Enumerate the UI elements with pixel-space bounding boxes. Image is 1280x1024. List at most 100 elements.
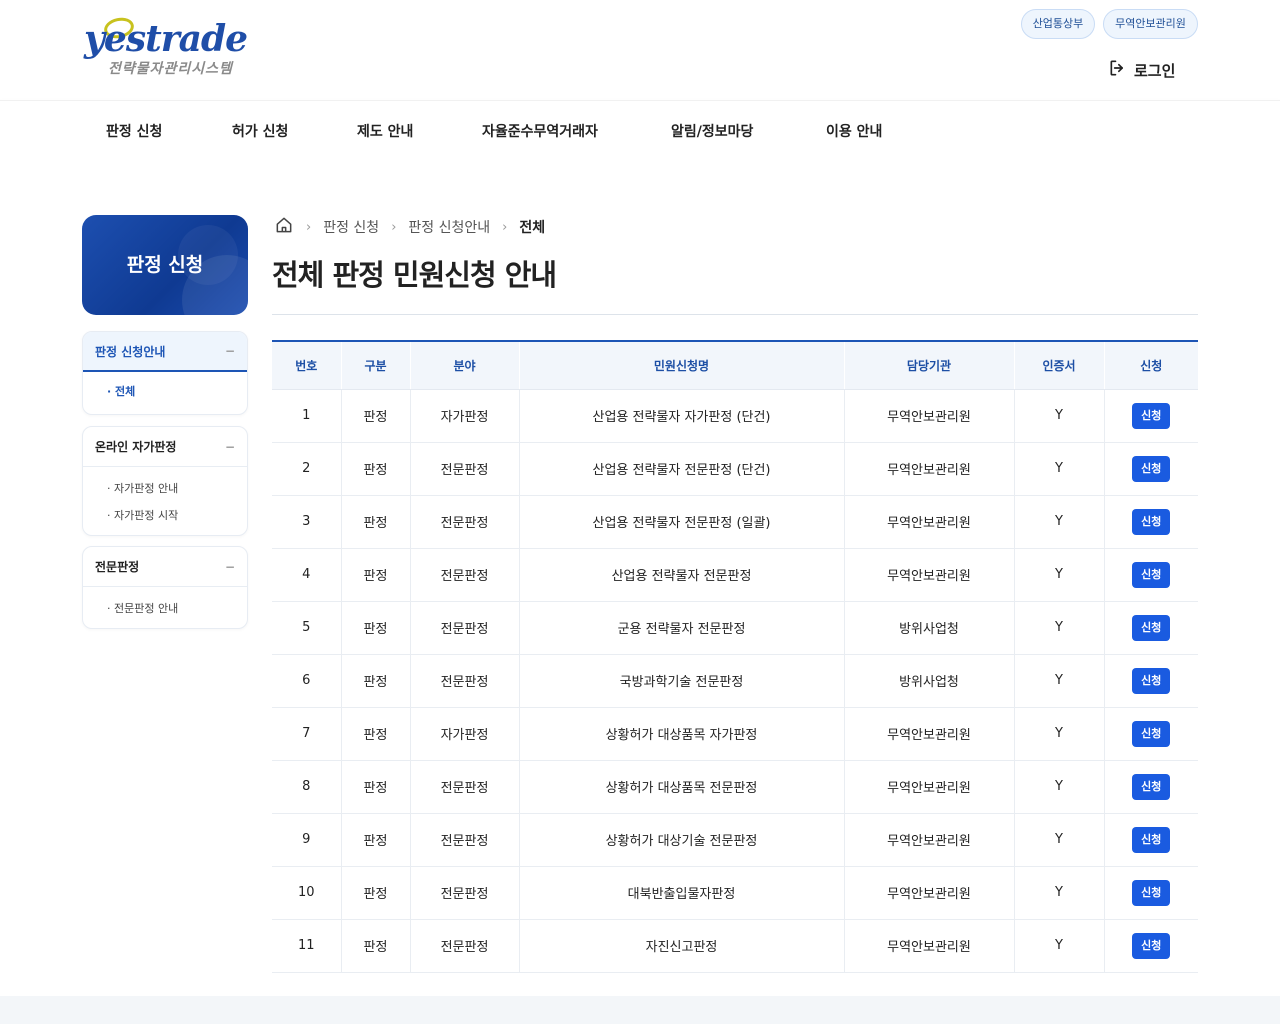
gnb-item-judgment-apply[interactable]: 판정 신청 <box>106 101 162 163</box>
cell-agency: 방위사업청 <box>843 654 1014 708</box>
table-row: 11 판정 전문판정 자진신고판정 무역안보관리원 Y 신청 <box>272 919 1198 973</box>
table-row: 2 판정 전문판정 산업용 전략물자 전문판정 (단건) 무역안보관리원 Y 신청 <box>272 442 1198 496</box>
agency-link-motie[interactable]: 산업통상부 <box>1021 9 1095 39</box>
collapse-icon[interactable]: − <box>225 560 235 574</box>
col-header-certificate: 인증서 <box>1013 341 1104 390</box>
cell-number: 7 <box>272 707 341 761</box>
cell-field: 전문판정 <box>409 601 519 655</box>
cell-apply: 신청 <box>1103 442 1198 496</box>
apply-button[interactable]: 신청 <box>1132 508 1171 535</box>
home-icon[interactable] <box>274 215 294 239</box>
sidebar-group-header[interactable]: 전문판정 − <box>83 547 247 587</box>
cell-type: 판정 <box>340 601 410 655</box>
cell-agency: 무역안보관리원 <box>843 919 1014 973</box>
sidebar-item-expert-guide[interactable]: · 전문판정 안내 <box>83 595 247 622</box>
cell-apply: 신청 <box>1103 495 1198 549</box>
cell-field: 자가판정 <box>409 389 519 443</box>
page-title: 전체 판정 민원신청 안내 <box>272 258 557 292</box>
cell-petition-name: 산업용 전략물자 전문판정 (단건) <box>518 442 844 496</box>
apply-button[interactable]: 신청 <box>1132 773 1171 800</box>
cell-number: 3 <box>272 495 341 549</box>
cell-petition-name: 상황허가 대상기술 전문판정 <box>518 813 844 867</box>
cell-type: 판정 <box>340 389 410 443</box>
cell-agency: 무역안보관리원 <box>843 495 1014 549</box>
gnb-item-license-apply[interactable]: 허가 신청 <box>232 101 288 163</box>
cell-petition-name: 산업용 전략물자 자가판정 (단건) <box>518 389 844 443</box>
cell-field: 전문판정 <box>409 919 519 973</box>
cell-field: 전문판정 <box>409 495 519 549</box>
sidebar-group-label: 전문판정 <box>95 560 140 574</box>
gnb-item-system-guide[interactable]: 제도 안내 <box>357 101 413 163</box>
breadcrumb-item[interactable]: 판정 신청 <box>323 217 379 237</box>
cell-certificate: Y <box>1013 813 1104 867</box>
agency-link-kosti[interactable]: 무역안보관리원 <box>1103 9 1198 39</box>
breadcrumb-item[interactable]: 판정 신청안내 <box>408 217 490 237</box>
gnb-item-notice-info[interactable]: 알림/정보마당 <box>671 101 753 163</box>
apply-button[interactable]: 신청 <box>1132 826 1171 853</box>
apply-button[interactable]: 신청 <box>1132 932 1171 959</box>
cell-petition-name: 자진신고판정 <box>518 919 844 973</box>
sidebar-item-self-start[interactable]: · 자가판정 시작 <box>83 502 247 529</box>
breadcrumb: › 판정 신청 › 판정 신청안내 › 전체 <box>274 215 545 239</box>
sidebar-group-header[interactable]: 온라인 자가판정 − <box>83 427 247 467</box>
gnb-item-compliance-trader[interactable]: 자율준수무역거래자 <box>482 101 598 163</box>
collapse-icon[interactable]: − <box>225 440 235 454</box>
login-label: 로그인 <box>1134 61 1176 80</box>
sidebar-group-header[interactable]: 판정 신청안내 − <box>83 332 247 372</box>
chevron-right-icon: › <box>391 219 397 235</box>
title-divider <box>272 314 1198 315</box>
apply-button[interactable]: 신청 <box>1132 667 1171 694</box>
site-logo[interactable]: yestrade 전략물자관리시스템 <box>84 14 254 80</box>
sidebar-group-expert: 전문판정 − · 전문판정 안내 <box>82 546 248 629</box>
cell-number: 9 <box>272 813 341 867</box>
apply-button[interactable]: 신청 <box>1132 720 1171 747</box>
table-row: 10 판정 전문판정 대북반출입물자판정 무역안보관리원 Y 신청 <box>272 866 1198 920</box>
cell-apply: 신청 <box>1103 548 1198 602</box>
cell-apply: 신청 <box>1103 707 1198 761</box>
cell-field: 전문판정 <box>409 654 519 708</box>
cell-apply: 신청 <box>1103 601 1198 655</box>
cell-apply: 신청 <box>1103 654 1198 708</box>
main-navigation: 판정 신청 허가 신청 제도 안내 자율준수무역거래자 알림/정보마당 이용 안… <box>0 100 1280 162</box>
cell-type: 판정 <box>340 866 410 920</box>
cell-certificate: Y <box>1013 707 1104 761</box>
cell-type: 판정 <box>340 813 410 867</box>
cell-type: 판정 <box>340 495 410 549</box>
col-header-number: 번호 <box>272 341 341 390</box>
apply-button[interactable]: 신청 <box>1132 455 1171 482</box>
col-header-apply: 신청 <box>1103 341 1198 390</box>
cell-field: 전문판정 <box>409 813 519 867</box>
apply-button[interactable]: 신청 <box>1132 614 1171 641</box>
cell-apply: 신청 <box>1103 919 1198 973</box>
cell-certificate: Y <box>1013 760 1104 814</box>
cell-type: 판정 <box>340 760 410 814</box>
cell-certificate: Y <box>1013 919 1104 973</box>
sidebar-group-online-self: 온라인 자가판정 − · 자가판정 안내 · 자가판정 시작 <box>82 426 248 536</box>
gnb-item-usage-guide[interactable]: 이용 안내 <box>826 101 882 163</box>
cell-petition-name: 상황허가 대상품목 자가판정 <box>518 707 844 761</box>
cell-petition-name: 대북반출입물자판정 <box>518 866 844 920</box>
cell-certificate: Y <box>1013 548 1104 602</box>
sidebar-item-self-guide[interactable]: · 자가판정 안내 <box>83 475 247 502</box>
col-header-field: 분야 <box>409 341 519 390</box>
cell-agency: 무역안보관리원 <box>843 813 1014 867</box>
cell-petition-name: 국방과학기술 전문판정 <box>518 654 844 708</box>
apply-button[interactable]: 신청 <box>1132 879 1171 906</box>
cell-field: 자가판정 <box>409 707 519 761</box>
collapse-icon[interactable]: − <box>225 344 235 358</box>
chevron-right-icon: › <box>306 219 312 235</box>
login-button[interactable]: 로그인 <box>1108 58 1175 82</box>
application-table: 번호 구분 분야 민원신청명 담당기관 인증서 신청 1 판정 자가판정 산업용 전략… <box>272 340 1198 973</box>
sidebar-item-all[interactable]: · 전체 <box>83 378 247 405</box>
cell-certificate: Y <box>1013 389 1104 443</box>
apply-button[interactable]: 신청 <box>1132 561 1171 588</box>
sidebar-title-banner: 판정 신청 <box>82 215 248 315</box>
cell-number: 4 <box>272 548 341 602</box>
cell-apply: 신청 <box>1103 813 1198 867</box>
table-row: 7 판정 자가판정 상황허가 대상품목 자가판정 무역안보관리원 Y 신청 <box>272 707 1198 761</box>
cell-agency: 방위사업청 <box>843 601 1014 655</box>
apply-button[interactable]: 신청 <box>1132 402 1171 429</box>
cell-field: 전문판정 <box>409 760 519 814</box>
cell-number: 5 <box>272 601 341 655</box>
table-header-row: 번호 구분 분야 민원신청명 담당기관 인증서 신청 <box>272 341 1198 390</box>
